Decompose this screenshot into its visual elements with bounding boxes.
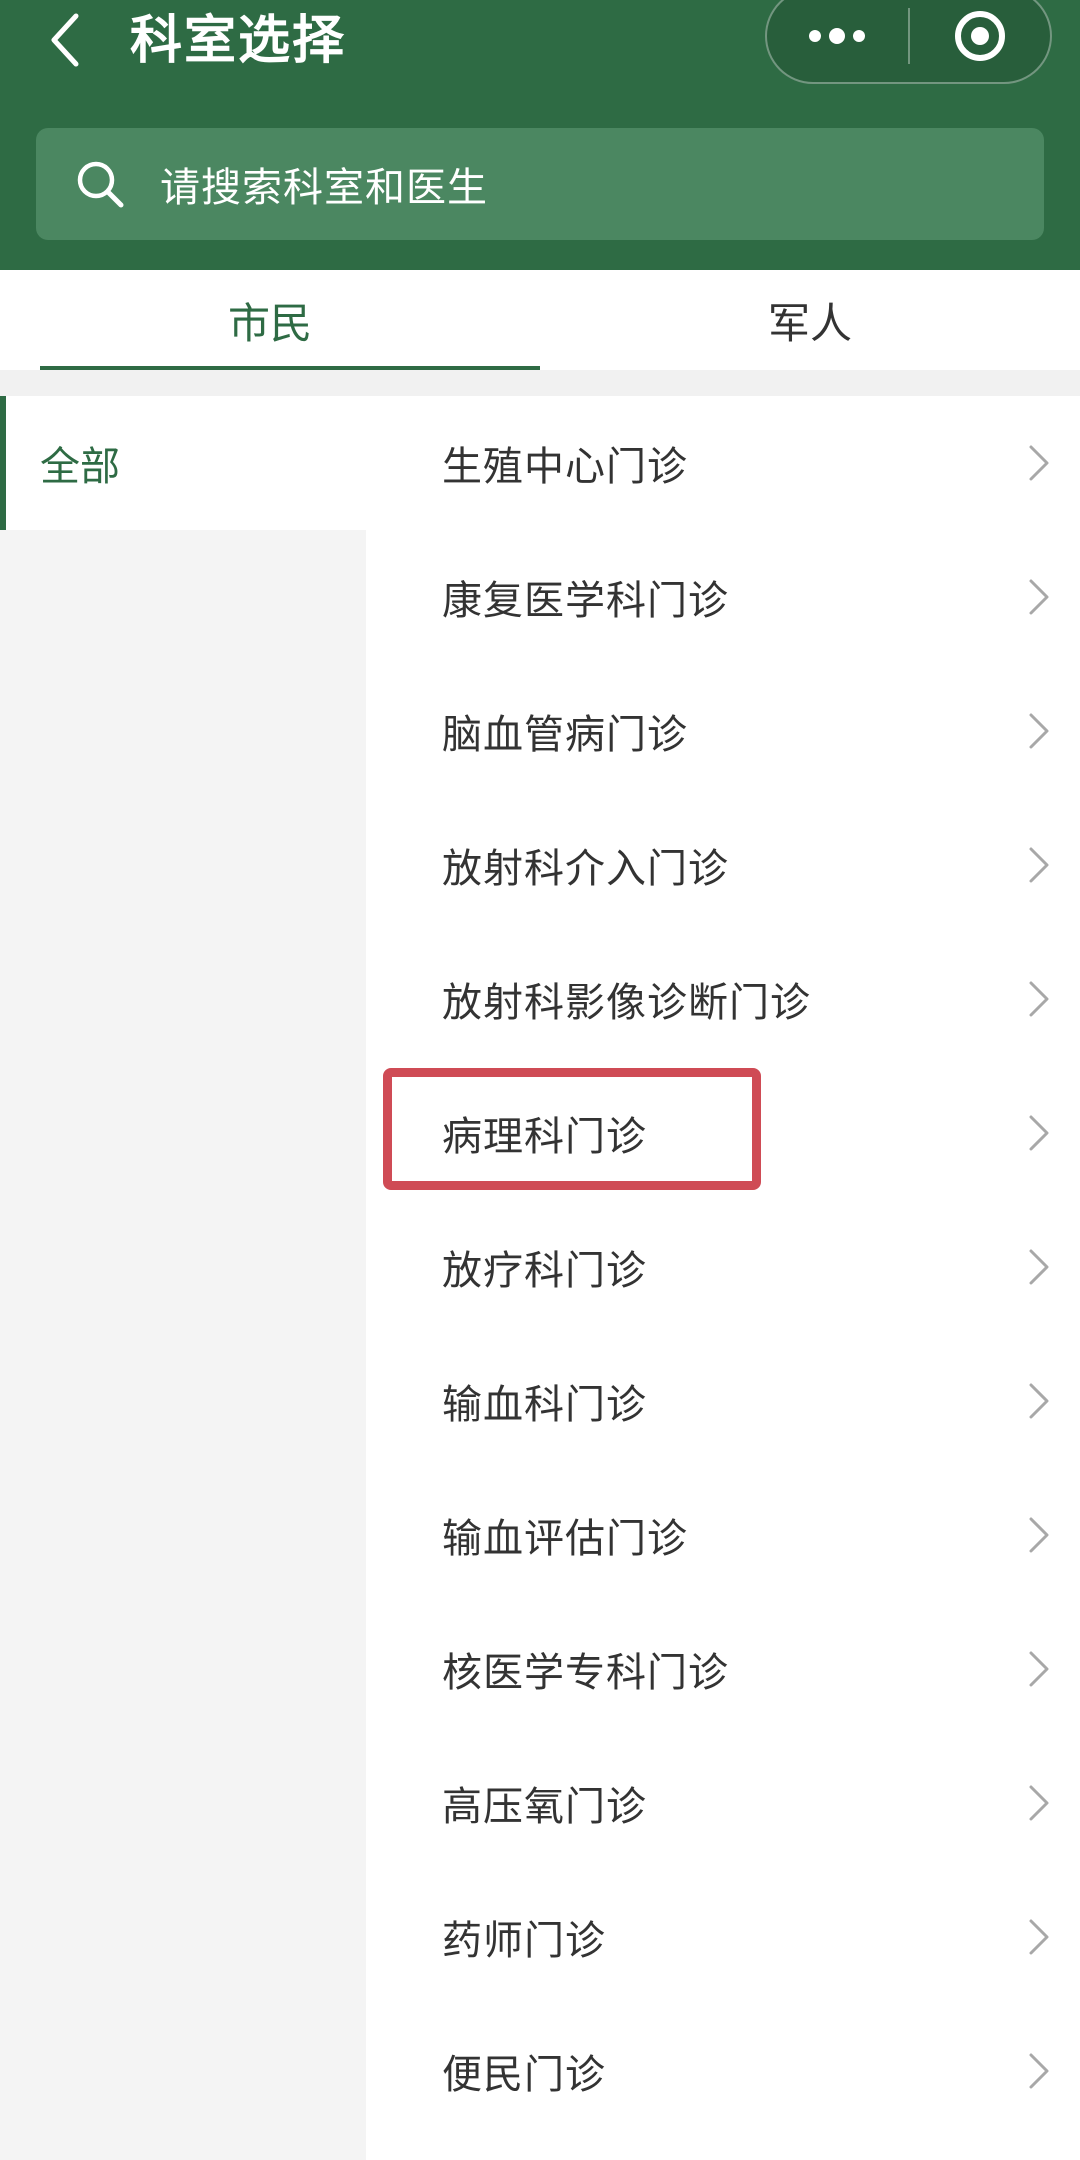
close-mini-program-button[interactable] xyxy=(910,0,1051,82)
department-list: 生殖中心门诊 康复医学科门诊 脑血管病门诊 放射科介入门诊 放射科影像诊断门诊 … xyxy=(366,396,1080,2160)
more-button[interactable] xyxy=(767,0,908,82)
mini-program-capsule xyxy=(765,0,1052,84)
header-bar: 科室选择 请搜索科室和医生 xyxy=(0,0,1080,270)
chevron-right-icon xyxy=(1029,1517,1049,1553)
list-item[interactable]: 高压氧门诊 xyxy=(366,1736,1080,1870)
chevron-right-icon xyxy=(1029,1785,1049,1821)
list-item[interactable]: 放射科介入门诊 xyxy=(366,798,1080,932)
department-name: 放射科影像诊断门诊 xyxy=(442,980,811,1026)
department-name: 生殖中心门诊 xyxy=(442,444,688,490)
list-item[interactable]: 核医学专科门诊 xyxy=(366,1602,1080,1736)
chevron-right-icon xyxy=(1029,579,1049,615)
chevron-right-icon xyxy=(1029,445,1049,481)
section-divider xyxy=(0,370,1080,396)
sidebar-active-indicator xyxy=(0,396,6,530)
chevron-right-icon xyxy=(1029,2053,1049,2089)
chevron-left-icon xyxy=(51,13,79,67)
department-name: 放疗科门诊 xyxy=(442,1248,647,1294)
list-item[interactable]: 放射科影像诊断门诊 xyxy=(366,932,1080,1066)
department-name: 脑血管病门诊 xyxy=(442,712,688,758)
list-item[interactable]: 便民门诊 xyxy=(366,2004,1080,2138)
department-name: 病理科门诊 xyxy=(442,1114,647,1160)
chevron-right-icon xyxy=(1029,981,1049,1017)
chevron-right-icon xyxy=(1029,1383,1049,1419)
department-name: 核医学专科门诊 xyxy=(442,1650,729,1696)
department-name: 药师门诊 xyxy=(442,1918,606,1964)
department-name: 输血科门诊 xyxy=(442,1382,647,1428)
list-item-pathology[interactable]: 病理科门诊 xyxy=(366,1066,1080,1200)
chevron-right-icon xyxy=(1029,1651,1049,1687)
list-item[interactable]: 输血科门诊 xyxy=(366,1334,1080,1468)
tab-citizen[interactable]: 市民 xyxy=(0,270,540,370)
list-item[interactable]: 输血评估门诊 xyxy=(366,1468,1080,1602)
department-name: 输血评估门诊 xyxy=(442,1516,688,1562)
list-item[interactable]: 生殖中心门诊 xyxy=(366,396,1080,530)
department-name: 便民门诊 xyxy=(442,2052,606,2098)
tab-military[interactable]: 军人 xyxy=(540,270,1080,370)
more-dots-icon xyxy=(809,28,866,44)
department-name: 康复医学科门诊 xyxy=(442,578,729,624)
list-item[interactable]: 药师门诊 xyxy=(366,1870,1080,2004)
department-name: 放射科介入门诊 xyxy=(442,846,729,892)
chevron-right-icon xyxy=(1029,847,1049,883)
chevron-right-icon xyxy=(1029,1249,1049,1285)
category-sidebar: 全部 xyxy=(0,396,366,2160)
list-item[interactable]: 康复医学科门诊 xyxy=(366,530,1080,664)
search-input[interactable]: 请搜索科室和医生 xyxy=(36,128,1044,240)
chevron-right-icon xyxy=(1029,713,1049,749)
tab-citizen-label: 市民 xyxy=(227,298,312,348)
chevron-right-icon xyxy=(1029,1919,1049,1955)
back-button[interactable] xyxy=(30,0,100,80)
chevron-right-icon xyxy=(1029,1115,1049,1151)
page-title: 科室选择 xyxy=(130,11,347,71)
search-icon xyxy=(70,154,130,214)
list-item[interactable]: 脑血管病门诊 xyxy=(366,664,1080,798)
page: 科室选择 请搜索科室和医生 市民 军人 全部 生殖中心门诊 康复医学科门诊 脑血… xyxy=(0,0,1080,2160)
citizen-military-tabs: 市民 军人 xyxy=(0,270,1080,370)
search-placeholder: 请搜索科室和医生 xyxy=(160,165,488,211)
sidebar-item-label: 全部 xyxy=(40,444,120,490)
list-item[interactable]: 放疗科门诊 xyxy=(366,1200,1080,1334)
sidebar-item-all[interactable]: 全部 xyxy=(0,396,366,530)
department-name: 高压氧门诊 xyxy=(442,1784,647,1830)
tab-military-label: 军人 xyxy=(767,298,852,348)
target-circle-icon xyxy=(954,11,1005,61)
